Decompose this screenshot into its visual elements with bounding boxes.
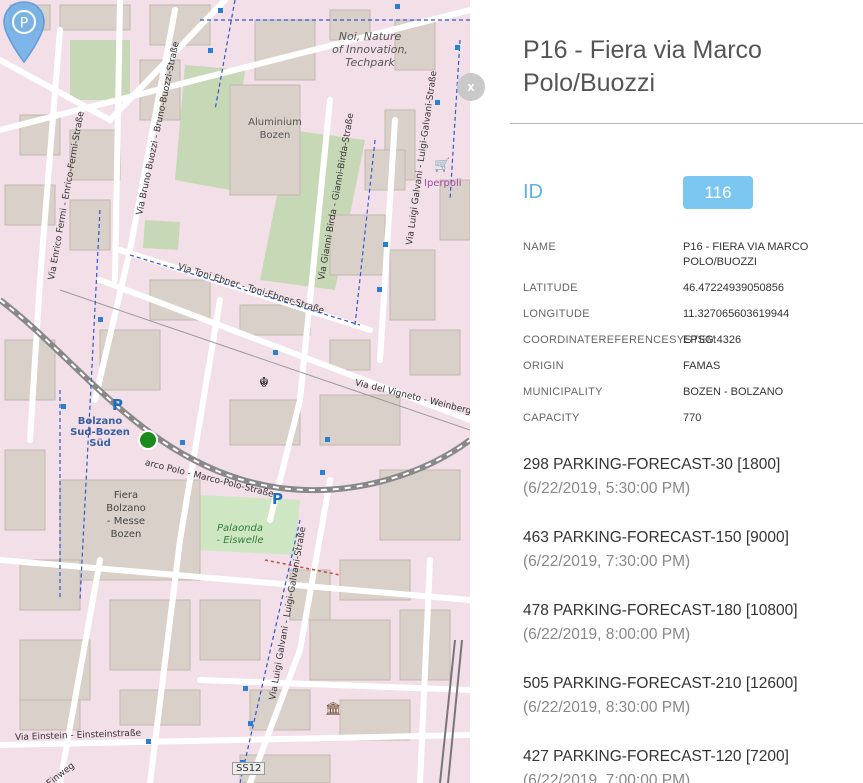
forecast-line: 298 PARKING-FORECAST-30 [1800] xyxy=(523,456,781,473)
prop-key-municipality: MUNICIPALITY xyxy=(523,386,603,398)
museum-icon: 🏛 xyxy=(325,702,342,717)
forecast-line: 427 PARKING-FORECAST-120 [7200] xyxy=(523,748,789,765)
marker-label: Fiera Bolzano - Messe Bozen xyxy=(106,490,146,540)
divider xyxy=(510,123,863,124)
map-view[interactable]: Noi, Nature of Innovation, Techpark Alumin… xyxy=(0,0,470,783)
parking-sign-icon: P xyxy=(112,396,123,414)
forecast-date: (6/22/2019, 7:00:00 PM) xyxy=(523,772,691,783)
prop-value-longitude: 11.327065603619944 xyxy=(683,308,790,320)
sikh-temple-icon: ☬ xyxy=(259,375,269,391)
parking-marker-icon[interactable]: P xyxy=(0,0,48,64)
details-panel: P16 - Fiera via Marco Polo/Buozzi ID 116… xyxy=(470,0,863,783)
selected-location-dot[interactable] xyxy=(138,430,158,450)
shop-icon: 🛒 xyxy=(434,158,451,173)
prop-key-name: NAME xyxy=(523,241,556,253)
station-label: Bolzano Sud-Bozen Süd xyxy=(70,416,130,449)
park-label: Palaonda - Eiswelle xyxy=(216,523,264,546)
prop-value-crs: EPSG:4326 xyxy=(683,334,742,346)
road-badge-ss12: SS12 xyxy=(232,762,266,775)
forecast-line: 505 PARKING-FORECAST-210 [12600] xyxy=(523,675,798,692)
shop-label: Iperpoli xyxy=(424,178,462,189)
poi-aluminium-label: Aluminium Bozen xyxy=(248,117,302,141)
forecast-date: (6/22/2019, 8:30:00 PM) xyxy=(523,699,691,716)
id-label: ID xyxy=(523,181,543,203)
prop-value-capacity: 770 xyxy=(683,412,702,424)
forecast-date: (6/22/2019, 5:30:00 PM) xyxy=(523,480,691,497)
prop-value-origin: FAMAS xyxy=(683,360,721,372)
marker-symbol: P xyxy=(20,16,28,32)
forecast-line: 478 PARKING-FORECAST-180 [10800] xyxy=(523,602,798,619)
prop-value-municipality: BOZEN - BOLZANO xyxy=(683,386,784,398)
forecast-line: 463 PARKING-FORECAST-150 [9000] xyxy=(523,529,789,546)
prop-value-name: P16 - FIERA VIA MARCO POLO/BUOZZI xyxy=(683,241,809,268)
forecast-date: (6/22/2019, 7:30:00 PM) xyxy=(523,553,691,570)
close-button[interactable]: x xyxy=(457,73,485,101)
prop-key-longitude: LONGITUDE xyxy=(523,308,590,320)
prop-value-latitude: 46.47224939050856 xyxy=(683,282,784,294)
poi-techpark-label: Noi, Nature of Innovation, Techpark xyxy=(332,30,408,69)
prop-key-latitude: LATITUDE xyxy=(523,282,578,294)
parking-sign-icon: P xyxy=(272,490,283,508)
forecast-date: (6/22/2019, 8:00:00 PM) xyxy=(523,626,691,643)
id-badge: 116 xyxy=(683,176,753,209)
panel-title: P16 - Fiera via Marco Polo/Buozzi xyxy=(523,36,762,97)
prop-key-capacity: CAPACITY xyxy=(523,412,580,424)
prop-key-origin: ORIGIN xyxy=(523,360,564,372)
